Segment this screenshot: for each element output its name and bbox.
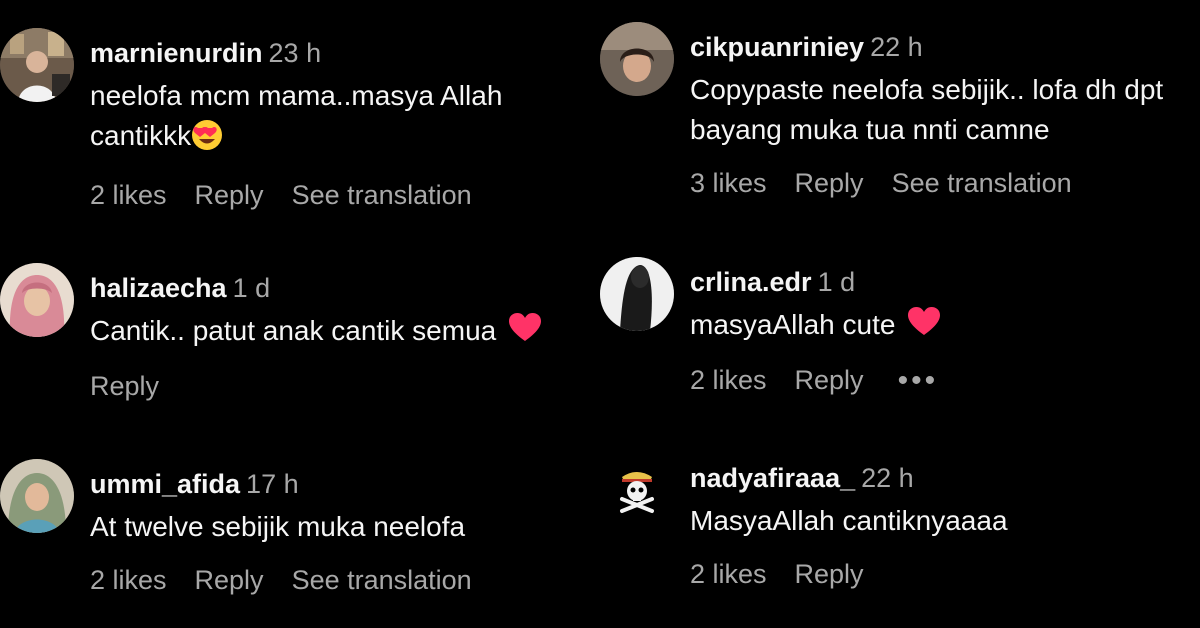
likes-count[interactable]: 2 likes <box>690 559 767 590</box>
comment-text: Cantik.. patut anak cantik semua <box>90 315 497 346</box>
comment-actions: 3 likes Reply See translation <box>690 168 1190 199</box>
avatar[interactable] <box>600 453 674 527</box>
timestamp: 1 d <box>817 267 856 297</box>
reply-button[interactable]: Reply <box>795 168 864 199</box>
comment-body: nadyafiraaa_ 22 h MasyaAllah cantiknyaaaa… <box>690 461 1190 590</box>
username[interactable]: cikpuanriniey <box>690 32 864 62</box>
comment-text-container: masyaAllah cute <box>690 305 1190 347</box>
avatar-photo <box>0 28 74 102</box>
comment-actions: Reply <box>90 371 590 402</box>
username[interactable]: halizaecha <box>90 273 227 303</box>
likes-count[interactable]: 2 likes <box>90 180 167 211</box>
see-translation-link[interactable]: See translation <box>292 180 472 211</box>
comment-header: ummi_afida 17 h <box>90 467 590 501</box>
avatar[interactable] <box>600 257 674 331</box>
username[interactable]: crlina.edr <box>690 267 812 297</box>
heart-icon <box>907 306 941 347</box>
avatar[interactable] <box>0 263 74 337</box>
reply-button[interactable]: Reply <box>195 565 264 596</box>
likes-count[interactable]: 2 likes <box>90 565 167 596</box>
avatar[interactable] <box>0 28 74 102</box>
avatar[interactable] <box>0 459 74 533</box>
comment-header: marnienurdin 23 h <box>90 36 590 70</box>
avatar-photo <box>600 22 674 96</box>
comment-actions: 2 likes Reply ••• <box>690 365 1190 396</box>
comment-text: At twelve sebijik muka neelofa <box>90 511 466 542</box>
comment-text: neelofa mcm mama..masya Allah cantikkk <box>90 80 503 151</box>
comment-actions: 2 likes Reply <box>690 559 1190 590</box>
username[interactable]: marnienurdin <box>90 38 263 68</box>
comment-text-container: Cantik.. patut anak cantik semua <box>90 311 590 353</box>
avatar-photo <box>0 263 74 337</box>
comment-body: cikpuanriniey 22 h Copypaste neelofa sebi… <box>690 30 1190 199</box>
see-translation-link[interactable]: See translation <box>892 168 1072 199</box>
likes-count[interactable]: 3 likes <box>690 168 767 199</box>
timestamp: 23 h <box>268 38 322 68</box>
reply-button[interactable]: Reply <box>90 371 159 402</box>
see-translation-link[interactable]: See translation <box>292 565 472 596</box>
timestamp: 1 d <box>232 273 271 303</box>
avatar-photo <box>0 459 74 533</box>
comment-body: halizaecha 1 d Cantik.. patut anak cantik… <box>90 271 590 402</box>
reply-button[interactable]: Reply <box>795 365 864 396</box>
comment-header: crlina.edr 1 d <box>690 265 1190 299</box>
comment-text-container: neelofa mcm mama..masya Allah cantikkk <box>90 76 590 162</box>
comment-body: ummi_afida 17 h At twelve sebijik muka ne… <box>90 467 590 596</box>
comment-actions: 2 likes Reply See translation <box>90 180 590 211</box>
comment-text: Copypaste neelofa sebijik.. lofa dh dpt … <box>690 74 1164 145</box>
avatar[interactable] <box>600 22 674 96</box>
heart-eyes-emoji <box>191 119 223 162</box>
timestamp: 17 h <box>246 469 299 499</box>
avatar-photo <box>600 257 674 331</box>
username[interactable]: nadyafiraaa_ <box>690 463 855 493</box>
reply-button[interactable]: Reply <box>195 180 264 211</box>
comment-actions: 2 likes Reply See translation <box>90 565 590 596</box>
reply-button[interactable]: Reply <box>795 559 864 590</box>
comment-header: halizaecha 1 d <box>90 271 590 305</box>
heart-icon <box>508 312 542 353</box>
likes-count[interactable]: 2 likes <box>690 365 767 396</box>
username[interactable]: ummi_afida <box>90 469 240 499</box>
comment-text: masyaAllah cute <box>690 309 896 340</box>
comment-body: crlina.edr 1 d masyaAllah cute 2 likes Re… <box>690 265 1190 396</box>
comment-header: nadyafiraaa_ 22 h <box>690 461 1190 495</box>
timestamp: 22 h <box>861 463 914 493</box>
comment-text: MasyaAllah cantiknyaaaa <box>690 505 1008 536</box>
more-options-icon[interactable]: ••• <box>898 365 939 395</box>
skull-icon <box>600 453 674 527</box>
comment-header: cikpuanriniey 22 h <box>690 30 1190 64</box>
timestamp: 22 h <box>870 32 923 62</box>
comment-body: marnienurdin 23 h neelofa mcm mama..masya… <box>90 36 590 211</box>
